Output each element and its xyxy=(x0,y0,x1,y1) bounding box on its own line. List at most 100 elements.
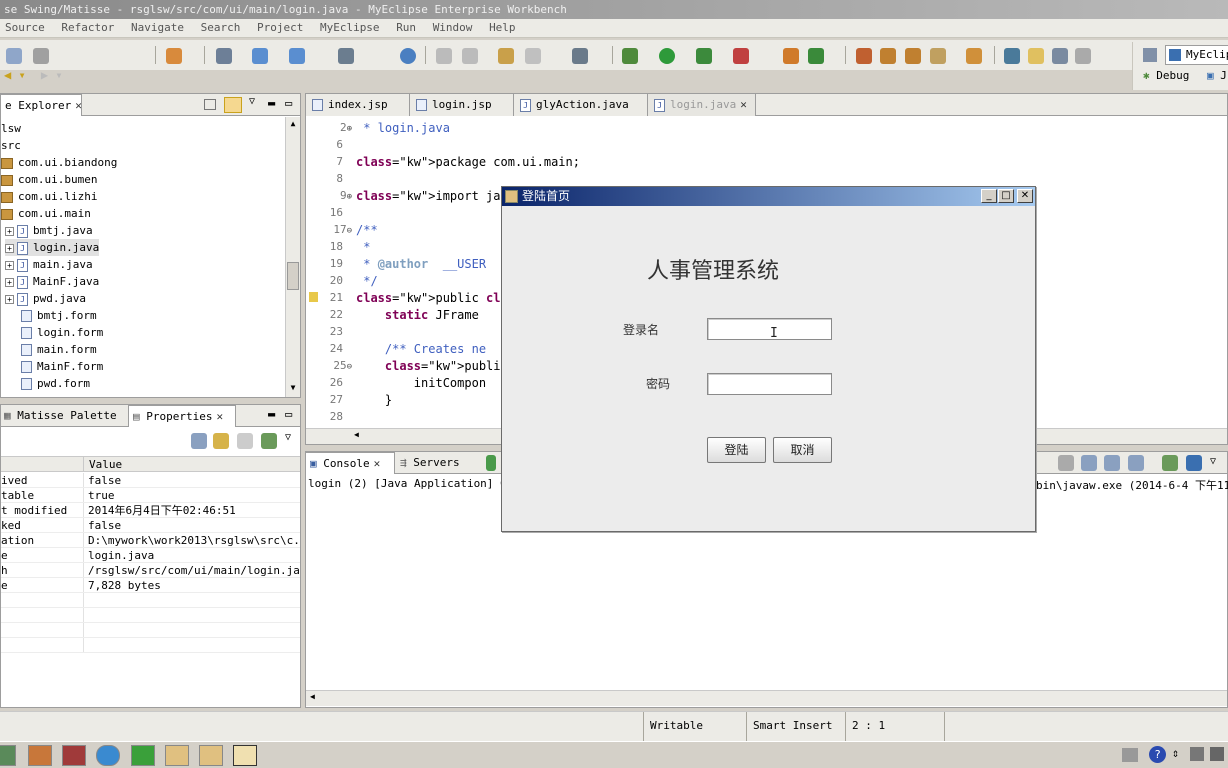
fold-icon[interactable]: ⊕ xyxy=(347,192,352,202)
cancel-button[interactable]: 取消 xyxy=(773,437,832,463)
tree-item[interactable]: bmtj.form xyxy=(21,307,97,324)
server-icon[interactable] xyxy=(216,48,232,64)
code-line[interactable]: /** Creates ne xyxy=(356,342,486,356)
property-row[interactable]: table true xyxy=(1,488,300,503)
pilcrow-icon[interactable] xyxy=(1075,48,1091,64)
pin-console-icon[interactable] xyxy=(1162,455,1178,471)
tree-item[interactable]: src xyxy=(1,137,21,154)
close-icon[interactable]: ✕ xyxy=(75,95,82,116)
taskbar-book-icon[interactable] xyxy=(28,745,52,766)
code-line[interactable]: } xyxy=(356,393,392,407)
code-line[interactable]: * login.java xyxy=(356,121,450,135)
categories-icon[interactable] xyxy=(191,433,207,449)
db-icon[interactable] xyxy=(338,48,354,64)
run-config-icon[interactable] xyxy=(696,48,712,64)
dialog-titlebar[interactable]: 登陆首页 _ □ ✕ xyxy=(502,187,1035,206)
code-line[interactable]: * xyxy=(356,240,370,254)
expand-icon[interactable]: + xyxy=(5,260,14,270)
taskbar-java-active-icon[interactable] xyxy=(233,745,257,766)
package-icon[interactable] xyxy=(783,48,799,64)
password-input[interactable] xyxy=(707,373,832,395)
taskbar-java-icon[interactable] xyxy=(199,745,223,766)
highlight-icon[interactable] xyxy=(1028,48,1044,64)
browser-icon[interactable] xyxy=(400,48,416,64)
menu-refactor[interactable]: Refactor xyxy=(56,19,119,37)
property-row[interactable]: h/rsglsw/src/com/ui/main/login.java xyxy=(1,563,300,578)
explorer-scrollbar[interactable]: ▲ ▼ xyxy=(285,117,300,397)
perspective-debug[interactable]: ✱ Debug xyxy=(1143,69,1189,82)
expand-icon[interactable]: + xyxy=(5,294,14,304)
maximize-icon[interactable]: ▭ xyxy=(285,96,292,110)
menu-myeclipse[interactable]: MyEclipse xyxy=(315,19,385,37)
fold-icon[interactable]: ⊖ xyxy=(347,362,352,372)
property-row[interactable]: ation D:\mywork\work2013\rsglsw\src\c... xyxy=(1,533,300,548)
tray-network-icon[interactable] xyxy=(1190,747,1204,761)
display-console-icon[interactable] xyxy=(1186,455,1202,471)
tree-item[interactable]: main.form xyxy=(21,341,97,358)
property-row[interactable]: e 7,828 bytes xyxy=(1,578,300,593)
task2-icon[interactable] xyxy=(880,48,896,64)
tree-item[interactable]: + J MainF.java xyxy=(5,273,99,290)
view-icon[interactable] xyxy=(1052,48,1068,64)
tree-item[interactable]: com.ui.bumen xyxy=(1,171,97,188)
tab-properties[interactable]: ▤ Properties ✕ xyxy=(128,405,236,427)
tab-package-explorer[interactable]: e Explorer ✕ xyxy=(0,94,82,116)
camera-icon[interactable] xyxy=(572,48,588,64)
code-line[interactable]: */ xyxy=(356,274,377,288)
search-icon[interactable] xyxy=(1004,48,1020,64)
clear-console-icon[interactable] xyxy=(1128,455,1144,471)
code-line[interactable]: static JFrame xyxy=(356,308,479,322)
tab-glyaction-java[interactable]: JglyAction.java xyxy=(514,94,648,116)
tree-item[interactable]: com.ui.biandong xyxy=(1,154,117,171)
property-row[interactable]: ked false xyxy=(1,518,300,533)
login-button[interactable]: 登陆 xyxy=(707,437,766,463)
menu-source[interactable]: Source xyxy=(0,19,50,37)
remove-all-icon[interactable] xyxy=(1104,455,1120,471)
close-icon[interactable]: ✕ xyxy=(374,453,381,474)
code-line[interactable]: /** xyxy=(356,223,378,237)
tray-keyboard-icon[interactable] xyxy=(1122,748,1138,762)
tree-item[interactable]: com.ui.main xyxy=(1,205,91,222)
tab-login-java[interactable]: Jlogin.java ✕ xyxy=(648,94,756,116)
tree-item[interactable]: + Jpwd.java xyxy=(5,290,86,307)
cut-icon[interactable] xyxy=(436,48,452,64)
save-icon[interactable] xyxy=(33,48,49,64)
scroll-up-icon[interactable]: ▲ xyxy=(287,119,299,131)
expand-icon[interactable]: + xyxy=(5,243,14,253)
menu-navigate[interactable]: Navigate xyxy=(126,19,189,37)
back-arrow-icon[interactable]: ◀ ▾ xyxy=(4,68,26,82)
property-row[interactable]: ived false xyxy=(1,473,300,488)
scroll-down-icon[interactable]: ▼ xyxy=(287,383,299,395)
settings-icon[interactable] xyxy=(525,48,541,64)
tab-login-jsp[interactable]: login.jsp xyxy=(410,94,514,116)
code-line[interactable]: class="kw">package com.ui.main; xyxy=(356,155,580,169)
scroll-thumb[interactable] xyxy=(287,262,299,290)
menu-help[interactable]: Help xyxy=(484,19,521,37)
fold-icon[interactable]: ⊖ xyxy=(347,226,352,236)
new-class-icon[interactable] xyxy=(498,48,514,64)
tree-item[interactable]: lsw xyxy=(1,120,21,137)
filter-icon[interactable] xyxy=(213,433,229,449)
deploy-icon[interactable] xyxy=(252,48,268,64)
expand-icon[interactable]: + xyxy=(5,277,14,287)
console-hscrollbar[interactable]: ◀ xyxy=(306,690,1227,706)
link-editor-icon[interactable] xyxy=(224,97,242,113)
taskbar-ie-icon[interactable] xyxy=(96,745,120,766)
tray-arrows-icon[interactable]: ⇕ xyxy=(1172,746,1179,760)
task-icon[interactable] xyxy=(856,48,872,64)
code-line[interactable]: * @author __USER xyxy=(356,257,486,271)
menu-run[interactable]: Run xyxy=(391,19,421,37)
minimize-window-icon[interactable]: _ xyxy=(981,189,997,203)
new-wizard-icon[interactable] xyxy=(166,48,182,64)
open-perspective-icon[interactable] xyxy=(1143,48,1157,62)
print-icon[interactable] xyxy=(6,48,22,64)
other-view-icon[interactable] xyxy=(486,455,496,471)
run-icon[interactable] xyxy=(659,48,675,64)
tree-item[interactable]: pwd.form xyxy=(21,375,90,392)
tab-matisse-palette[interactable]: ▦ Matisse Palette xyxy=(0,405,126,427)
maximize-window-icon[interactable]: □ xyxy=(998,189,1014,203)
tray-volume-icon[interactable] xyxy=(1210,747,1224,761)
taskbar-s-icon[interactable] xyxy=(131,745,155,766)
copy-icon[interactable] xyxy=(462,48,478,64)
tab-console[interactable]: ▣ Console ✕ xyxy=(305,452,395,474)
